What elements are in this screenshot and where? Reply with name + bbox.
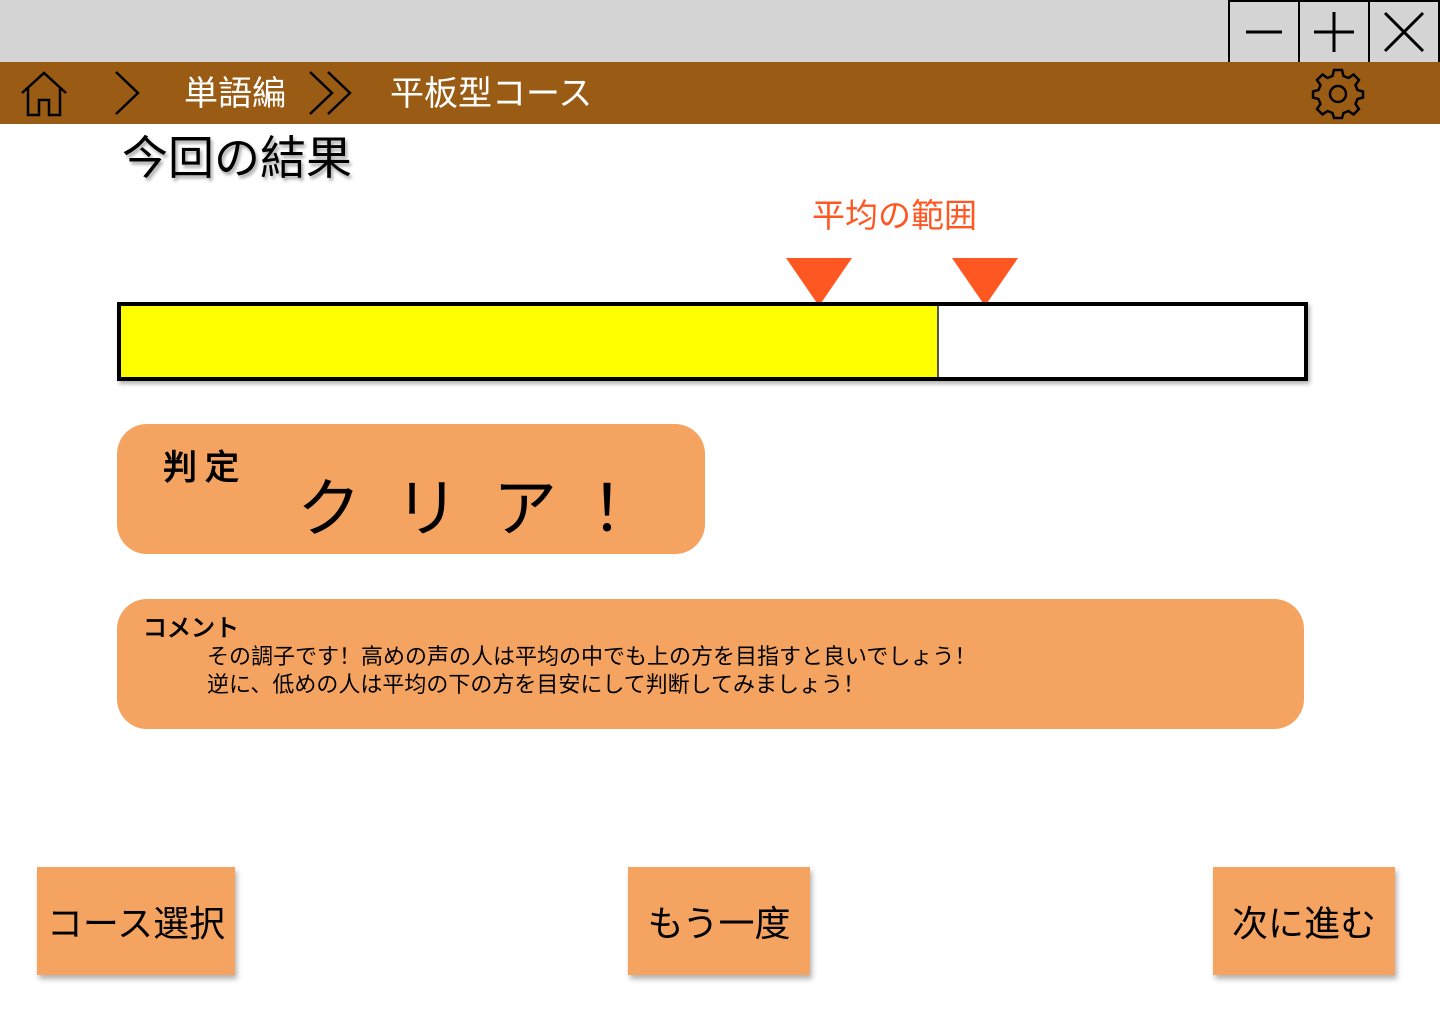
close-button[interactable] — [1368, 0, 1440, 64]
result-progress-fill — [121, 306, 940, 377]
double-chevron-right-icon — [309, 71, 352, 115]
comment-panel: コメント その調子です！高めの声の人は平均の中でも上の方を目指すと良いでしょう！… — [117, 599, 1304, 729]
gear-icon[interactable] — [1310, 66, 1366, 122]
close-icon — [1383, 11, 1425, 53]
window-controls — [1228, 0, 1440, 64]
verdict-label: 判定 — [163, 448, 247, 488]
home-icon[interactable] — [18, 67, 70, 119]
breadcrumb-word-section[interactable]: 単語編 — [184, 72, 286, 116]
comment-line: 逆に、低めの人は平均の下の方を目安にして判断してみましょう！ — [207, 673, 866, 698]
minimize-icon — [1246, 30, 1282, 34]
maximize-button[interactable] — [1298, 0, 1370, 64]
minimize-button[interactable] — [1228, 0, 1300, 64]
page-title: 今回の結果 — [122, 131, 352, 185]
plus-icon — [1314, 12, 1354, 52]
next-button[interactable]: 次に進む — [1213, 867, 1395, 975]
average-range-high-marker — [951, 258, 1018, 306]
window-titlebar — [0, 0, 1440, 64]
comment-line: その調子です！高めの声の人は平均の中でも上の方を目指すと良いでしょう！ — [207, 645, 977, 670]
course-select-button[interactable]: コース選択 — [37, 867, 235, 975]
breadcrumb-course[interactable]: 平板型コース — [390, 72, 592, 116]
average-range-label: 平均の範囲 — [812, 196, 977, 235]
verdict-value: クリア！ — [297, 473, 689, 547]
comment-label: コメント — [143, 614, 239, 642]
navigation-bar: 単語編 平板型コース — [0, 62, 1440, 124]
average-range-low-marker — [785, 258, 852, 306]
verdict-panel: 判定 クリア！ — [117, 424, 705, 554]
chevron-right-icon — [115, 71, 140, 115]
retry-button[interactable]: もう一度 — [628, 867, 810, 975]
result-progress-bar — [117, 302, 1308, 381]
